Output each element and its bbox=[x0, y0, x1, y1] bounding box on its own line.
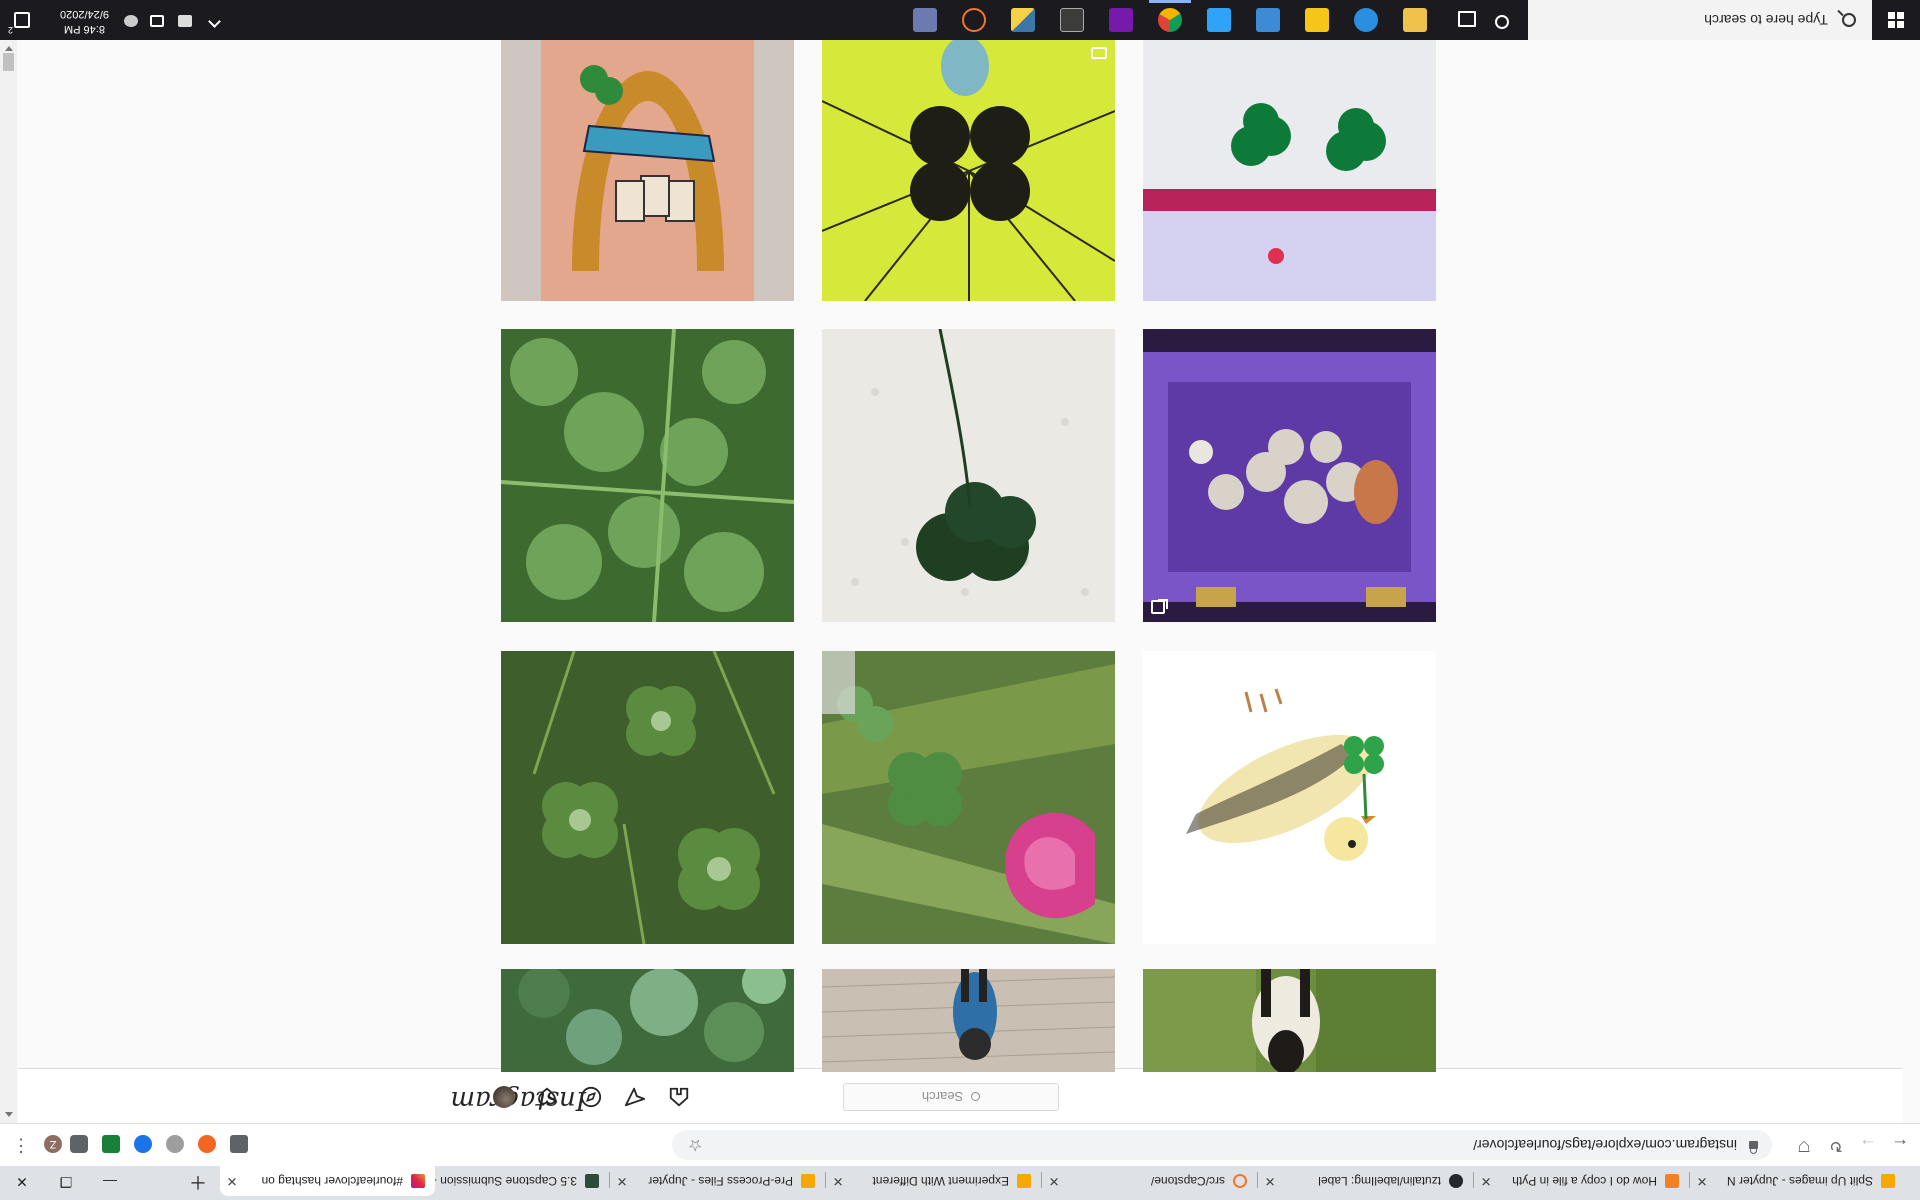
scroll-down-arrow[interactable] bbox=[5, 46, 13, 51]
video-icon bbox=[1091, 47, 1107, 59]
explore-icon[interactable] bbox=[579, 1085, 603, 1109]
instagram-icon bbox=[411, 1174, 425, 1188]
reload-button[interactable]: ↻ bbox=[1824, 1133, 1848, 1157]
onenote-icon[interactable] bbox=[1109, 8, 1133, 32]
tab-instagram[interactable]: #fourleafclover hashtag on ✕ bbox=[220, 1166, 435, 1196]
tab-jupyter-split[interactable]: Split Up images - Jupyter N ✕ bbox=[1690, 1166, 1905, 1196]
grid-item-bird-with-clover[interactable] bbox=[1143, 651, 1436, 944]
profile-avatar[interactable] bbox=[493, 1086, 515, 1108]
jupyter-icon[interactable] bbox=[962, 8, 986, 32]
carousel-icon bbox=[1151, 600, 1165, 614]
grid-item-pressed-clover[interactable] bbox=[822, 329, 1115, 622]
photoshop-icon[interactable] bbox=[1256, 8, 1280, 32]
grid-item-clover-in-grass[interactable] bbox=[501, 651, 794, 944]
green-ext-icon[interactable] bbox=[102, 1135, 120, 1153]
url-text: instagram.com/explore/tags/fourleafclove… bbox=[1473, 1137, 1737, 1153]
dropbox-icon[interactable] bbox=[150, 15, 164, 27]
scroll-up-arrow[interactable] bbox=[5, 1112, 13, 1117]
scroll-thumb[interactable] bbox=[3, 53, 14, 71]
restore-button[interactable]: ❐ bbox=[44, 1166, 88, 1196]
shield-icon[interactable]: ⛉ bbox=[1792, 1133, 1816, 1157]
lock-icon bbox=[1749, 1141, 1758, 1149]
close-window-button[interactable]: ✕ bbox=[0, 1166, 44, 1196]
start-button[interactable] bbox=[1872, 0, 1920, 40]
address-bar[interactable]: instagram.com/explore/tags/fourleafclove… bbox=[672, 1130, 1772, 1160]
back-button[interactable]: ← bbox=[1888, 1133, 1912, 1157]
tab-strip: Split Up images - Jupyter N ✕ How do I c… bbox=[0, 1166, 1920, 1200]
browser-toolbar: ← → ↻ ⛉ instagram.com/explore/tags/fourl… bbox=[0, 1123, 1920, 1166]
grid-item-bird-on-lawn[interactable] bbox=[1143, 969, 1436, 1072]
bookmark-star-icon[interactable]: ☆ bbox=[688, 1135, 702, 1155]
menu-icon[interactable]: ⋮ bbox=[12, 1135, 30, 1156]
taskbar-clock[interactable]: 8:46 PM 9/24/2020 bbox=[60, 6, 109, 36]
close-icon[interactable]: ✕ bbox=[1690, 1173, 1714, 1189]
tab-jupyter-experiment[interactable]: Experiment With Different ✕ bbox=[826, 1166, 1041, 1196]
grid-item-tattoo[interactable] bbox=[501, 39, 794, 301]
grid-item-clover-and-pink-flower[interactable] bbox=[822, 651, 1115, 944]
thinkful-icon bbox=[585, 1174, 599, 1188]
windows-taskbar: Type here to search 8:46 PM 9/24/2020 2 bbox=[0, 0, 1920, 40]
home-icon[interactable] bbox=[667, 1085, 691, 1109]
system-tray: 8:46 PM 9/24/2020 2 bbox=[0, 0, 250, 40]
jupyter-icon bbox=[1233, 1174, 1247, 1188]
sticky-app-icon[interactable] bbox=[1305, 8, 1329, 32]
search-icon bbox=[1842, 13, 1856, 27]
close-icon[interactable]: ✕ bbox=[1474, 1173, 1498, 1189]
jupyter-icon bbox=[1017, 1174, 1031, 1188]
direct-icon[interactable] bbox=[623, 1085, 647, 1109]
stackoverflow-icon bbox=[1665, 1174, 1679, 1188]
close-icon[interactable]: ✕ bbox=[610, 1173, 634, 1189]
chevron-up-icon[interactable] bbox=[208, 15, 221, 28]
network-icon[interactable] bbox=[124, 15, 138, 27]
file-explorer-icon[interactable] bbox=[1403, 8, 1427, 32]
profile-avatar[interactable]: Z bbox=[44, 1135, 62, 1153]
tab-jupyter-preprocess[interactable]: Pre-Process Files - Jupyter ✕ bbox=[610, 1166, 825, 1196]
tab-github[interactable]: tzutalin/labelImg: Label ✕ bbox=[1258, 1166, 1473, 1196]
python-icon[interactable] bbox=[1011, 8, 1035, 32]
terminal-icon[interactable] bbox=[1060, 8, 1084, 32]
tab-jupyter-tree[interactable]: src/Capstone/ ✕ bbox=[1042, 1166, 1257, 1196]
grid-item-clover-leaves[interactable] bbox=[501, 329, 794, 622]
close-icon[interactable]: ✕ bbox=[1042, 1173, 1066, 1189]
screen: Split Up images - Jupyter N ✕ How do I c… bbox=[0, 0, 1920, 1200]
close-icon[interactable]: ✕ bbox=[220, 1173, 244, 1189]
photos-icon[interactable] bbox=[1207, 8, 1231, 32]
notification-center-icon[interactable] bbox=[14, 12, 30, 28]
jupyter-icon bbox=[1881, 1174, 1895, 1188]
grid-item-pressed-clovers-card[interactable] bbox=[1143, 39, 1436, 301]
grid-item-crystal-box[interactable] bbox=[1143, 329, 1436, 622]
puzzle-icon[interactable] bbox=[70, 1135, 88, 1153]
tab-stackoverflow[interactable]: How do I copy a file in Pyth ✕ bbox=[1474, 1166, 1689, 1196]
vertical-scrollbar[interactable] bbox=[0, 40, 17, 1123]
search-input[interactable]: Search bbox=[843, 1083, 1059, 1111]
minimize-button[interactable]: — bbox=[88, 1166, 132, 1196]
github-icon bbox=[1449, 1174, 1463, 1188]
taskbar-search-box[interactable]: Type here to search bbox=[1528, 0, 1872, 40]
active-app-indicator bbox=[1149, 0, 1191, 3]
task-view-icon[interactable] bbox=[1458, 11, 1476, 27]
edge-icon[interactable] bbox=[1354, 8, 1378, 32]
onedrive-icon[interactable] bbox=[178, 15, 192, 27]
close-icon[interactable]: ✕ bbox=[826, 1173, 850, 1189]
grid-item-yellow-clover-art[interactable] bbox=[822, 969, 1115, 1072]
search-icon bbox=[971, 1092, 981, 1102]
grey-ext-icon[interactable] bbox=[230, 1135, 248, 1153]
grid-item-clover-stained-glass[interactable] bbox=[822, 39, 1115, 301]
chrome-icon[interactable] bbox=[1158, 8, 1182, 32]
jupyter-icon bbox=[801, 1174, 815, 1188]
forward-button[interactable]: → bbox=[1856, 1133, 1880, 1157]
grid-item-clover-patch-2[interactable] bbox=[501, 969, 794, 1072]
grey-circle-ext-icon[interactable] bbox=[166, 1135, 184, 1153]
instagram-logo[interactable]: Instagram bbox=[450, 1085, 586, 1115]
instagram-header: Instagram Search bbox=[18, 1068, 1902, 1123]
close-icon[interactable]: ✕ bbox=[1258, 1173, 1282, 1189]
new-tab-button[interactable]: ＋ bbox=[176, 1166, 220, 1196]
cortana-icon[interactable] bbox=[1495, 15, 1509, 29]
blue-ext-icon[interactable] bbox=[134, 1135, 152, 1153]
orange-ext-icon[interactable] bbox=[198, 1135, 216, 1153]
calculator-icon[interactable] bbox=[913, 8, 937, 32]
notification-count-badge: 2 bbox=[8, 25, 14, 35]
windows-logo-icon bbox=[1888, 12, 1904, 28]
activity-icon[interactable] bbox=[535, 1085, 559, 1109]
